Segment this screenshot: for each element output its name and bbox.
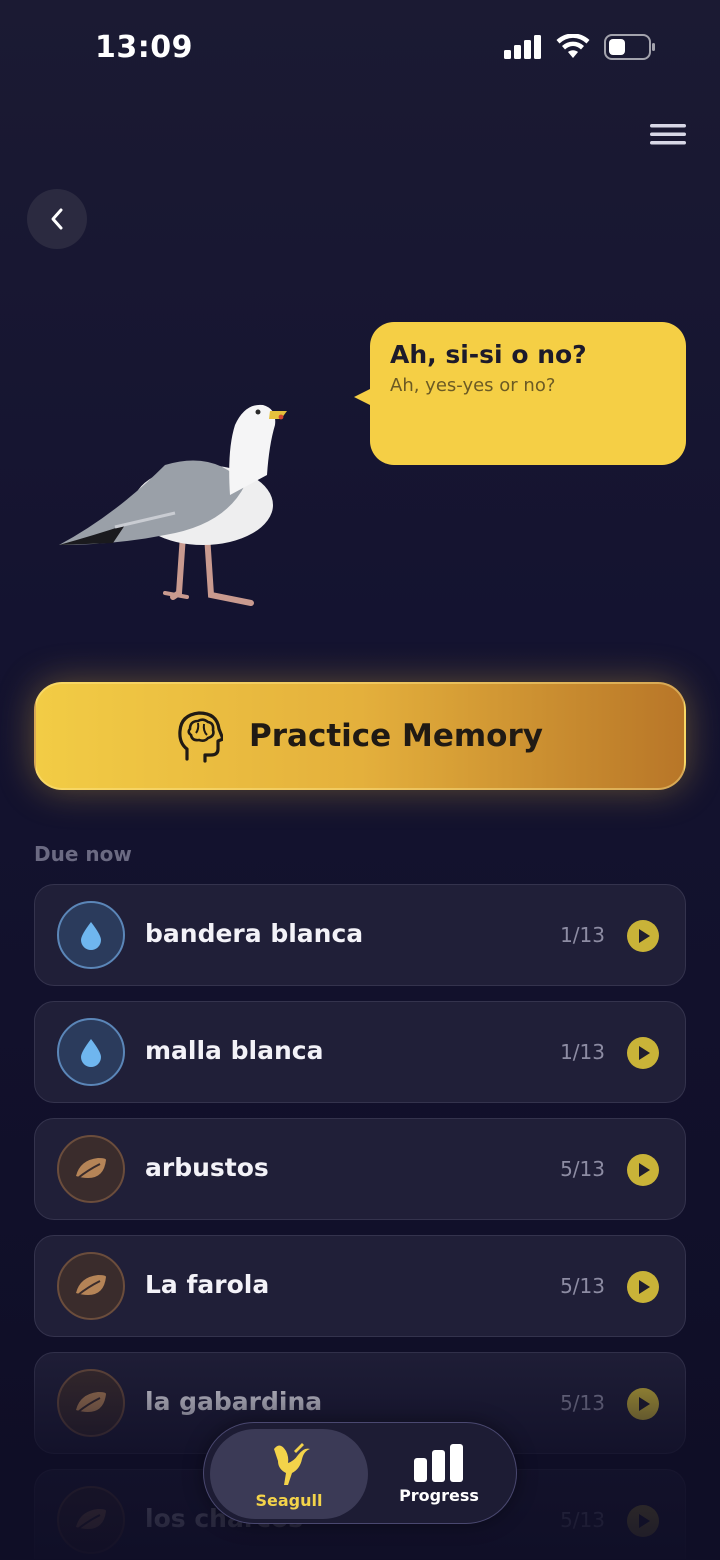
tab-progress[interactable]: Progress — [364, 1429, 514, 1519]
item-icon-badge — [57, 1252, 125, 1320]
leaf-icon — [76, 1158, 106, 1179]
practice-memory-button[interactable]: Practice Memory — [34, 682, 686, 790]
play-icon[interactable] — [627, 1037, 659, 1069]
tab-bar: Seagull Progress — [203, 1422, 517, 1524]
practice-memory-label: Practice Memory — [249, 718, 543, 754]
wifi-icon — [556, 34, 590, 58]
list-item[interactable]: arbustos 5/13 — [34, 1118, 686, 1220]
item-label: la gabardina — [145, 1387, 323, 1416]
back-button[interactable] — [27, 189, 87, 249]
tab-progress-label: Progress — [399, 1485, 479, 1505]
signal-icon — [504, 35, 541, 59]
hamburger-icon — [650, 124, 686, 145]
item-count: 5/13 — [560, 1391, 605, 1415]
leaf-icon — [76, 1509, 106, 1530]
status-time: 13:09 — [95, 30, 193, 65]
item-count: 5/13 — [560, 1508, 605, 1532]
play-icon[interactable] — [627, 1154, 659, 1186]
item-count: 1/13 — [560, 1040, 605, 1064]
play-icon[interactable] — [627, 1388, 659, 1420]
item-icon-badge — [57, 1135, 125, 1203]
tab-seagull[interactable]: Seagull — [210, 1429, 368, 1519]
item-label: arbustos — [145, 1153, 269, 1182]
water-drop-icon — [81, 1039, 101, 1067]
list-item[interactable]: La farola 5/13 — [34, 1235, 686, 1337]
status-bar: 13:09 — [0, 0, 720, 100]
seagull-icon — [274, 1442, 310, 1485]
item-icon-badge — [57, 1018, 125, 1086]
item-label: bandera blanca — [145, 919, 364, 948]
battery-icon — [604, 34, 655, 60]
speech-translation: Ah, yes-yes or no? — [390, 375, 556, 396]
item-count: 5/13 — [560, 1274, 605, 1298]
status-icons — [504, 34, 656, 60]
water-drop-icon — [81, 922, 101, 950]
list-item[interactable]: malla blanca 1/13 — [34, 1001, 686, 1103]
play-icon[interactable] — [627, 1271, 659, 1303]
item-icon-badge — [57, 901, 125, 969]
item-label: La farola — [145, 1270, 270, 1299]
item-icon-badge — [57, 1486, 125, 1554]
play-icon[interactable] — [627, 1505, 659, 1537]
menu-button[interactable] — [650, 124, 690, 154]
leaf-icon — [76, 1275, 106, 1296]
tab-seagull-label: Seagull — [255, 1490, 323, 1510]
item-count: 1/13 — [560, 923, 605, 947]
due-now-title: Due now — [34, 842, 132, 866]
speech-bubble: Ah, si-si o no? Ah, yes-yes or no? — [370, 322, 686, 465]
item-count: 5/13 — [560, 1157, 605, 1181]
bar-chart-icon — [414, 1443, 463, 1482]
item-icon-badge — [57, 1369, 125, 1437]
leaf-icon — [76, 1392, 106, 1413]
chevron-left-icon — [51, 208, 63, 230]
speech-text: Ah, si-si o no? — [390, 340, 587, 369]
list-item[interactable]: bandera blanca 1/13 — [34, 884, 686, 986]
play-icon[interactable] — [627, 920, 659, 952]
seagull-illustration — [59, 404, 287, 606]
brain-head-icon — [178, 711, 224, 763]
item-label: malla blanca — [145, 1036, 324, 1065]
